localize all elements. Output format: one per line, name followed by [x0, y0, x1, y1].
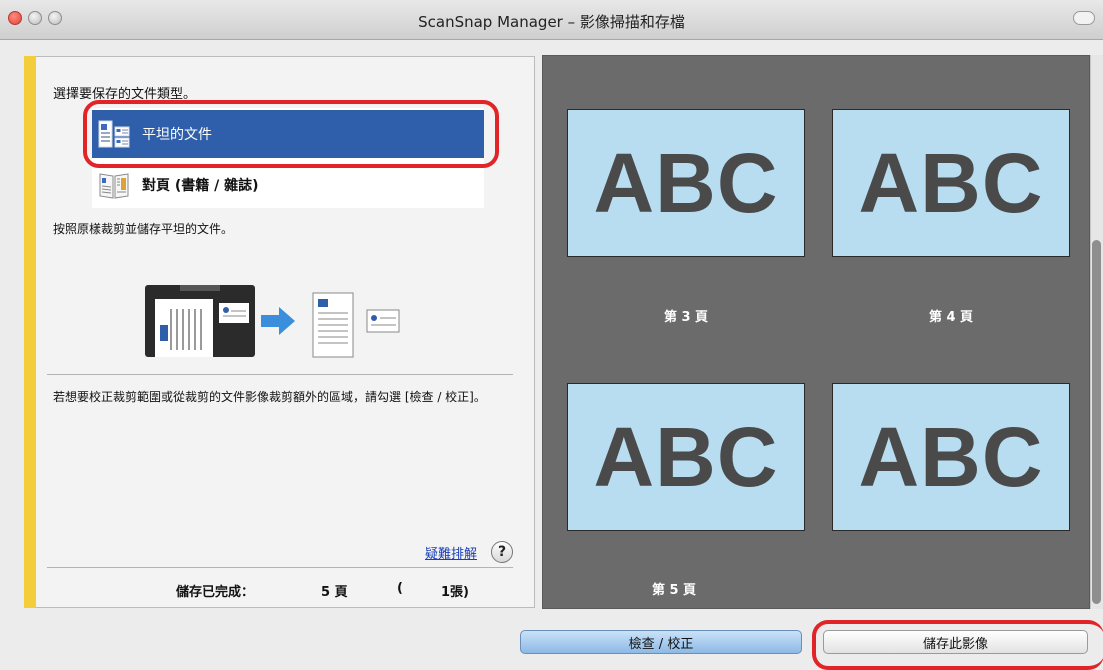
book-spread-icon: [98, 170, 130, 200]
page-label: 第 4 頁: [928, 310, 974, 325]
option-description: 按照原樣裁剪並儲存平坦的文件。: [53, 222, 234, 236]
preview-scrollbar-thumb[interactable]: [1092, 240, 1101, 604]
crop-illustration: [145, 285, 405, 360]
page-thumbnail[interactable]: ABC: [567, 109, 805, 257]
page-label: 第 3 頁: [663, 310, 709, 325]
check-correct-button[interactable]: 檢查 / 校正: [520, 630, 802, 654]
saved-sheets-count: 1張): [441, 585, 469, 600]
save-status-label: 儲存已完成：: [176, 585, 255, 600]
page-thumbnail[interactable]: ABC: [832, 383, 1070, 531]
window-title: ScanSnap Manager – 影像掃描和存檔: [418, 13, 685, 31]
title-bar: ScanSnap Manager – 影像掃描和存檔: [0, 0, 1103, 40]
status-paren: (: [397, 581, 403, 596]
save-button-highlight-marker: [812, 620, 1103, 670]
page-label: 第 5 頁: [651, 583, 697, 598]
help-button[interactable]: ?: [491, 541, 513, 563]
toolbar-toggle-button[interactable]: [1073, 11, 1095, 25]
selection-highlight-marker: [83, 100, 499, 168]
page-thumbnail[interactable]: ABC: [832, 109, 1070, 257]
accent-stripe: [24, 56, 36, 608]
troubleshooting-link[interactable]: 疑難排解: [425, 543, 477, 562]
divider: [47, 567, 513, 568]
correction-info-text: 若想要校正裁剪範圍或從裁剪的文件影像裁剪額外的區域，請勾選 [檢查 / 校正]。: [53, 390, 486, 404]
option-label: 對頁 (書籍 / 雜誌): [142, 178, 259, 194]
page-thumbnail[interactable]: ABC: [567, 383, 805, 531]
divider: [47, 374, 513, 375]
saved-pages-count: 5 頁: [321, 585, 348, 600]
